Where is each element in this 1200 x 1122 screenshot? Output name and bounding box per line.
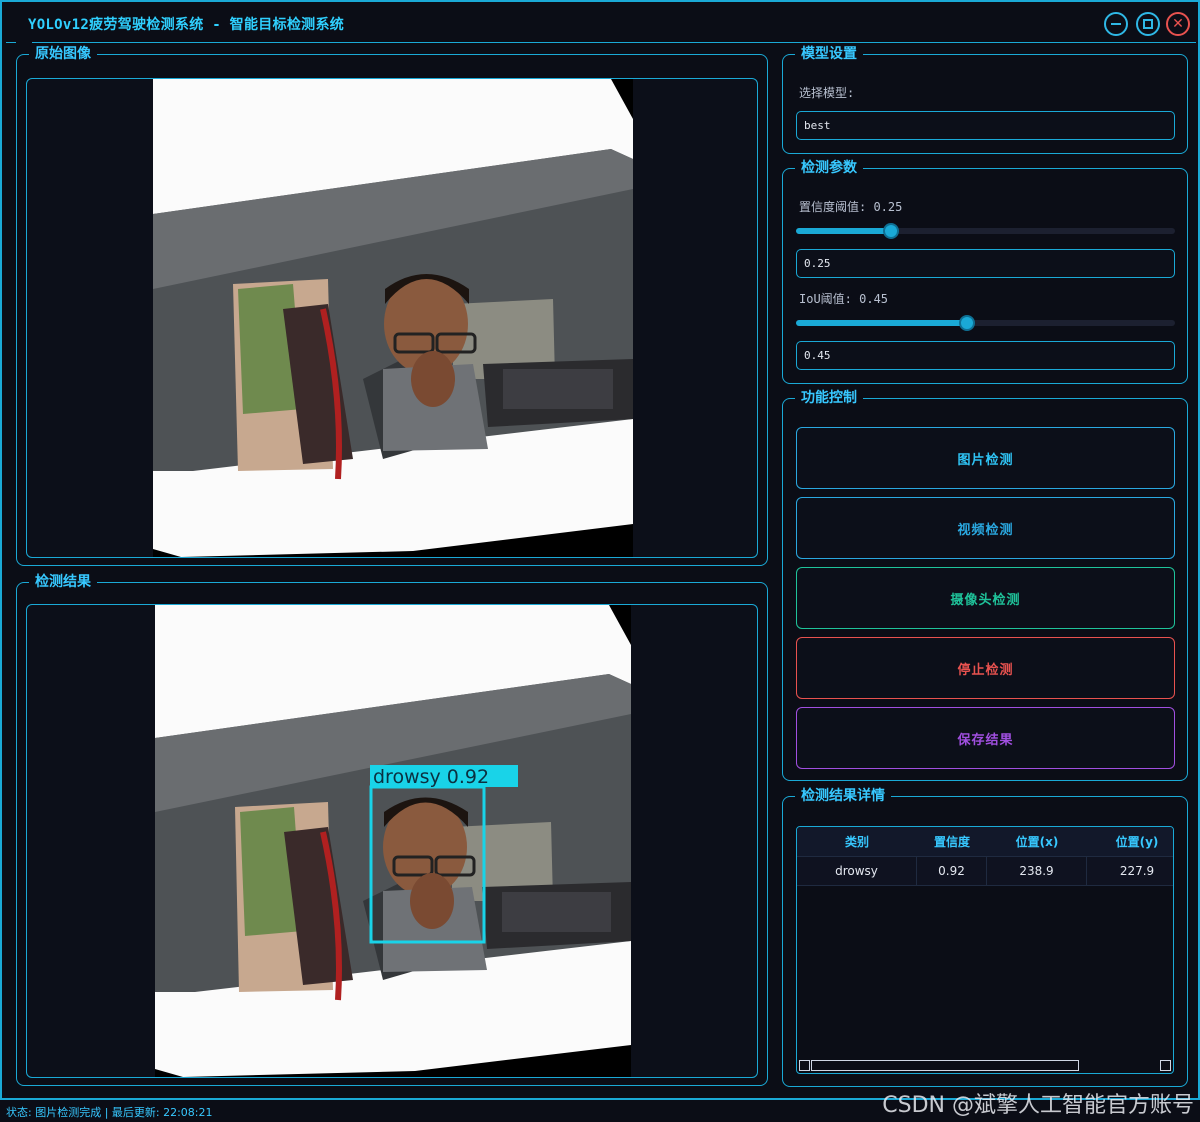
cell-confidence: 0.92 (917, 857, 987, 886)
cell-y: 227.9 (1119, 864, 1155, 878)
scroll-right-button[interactable] (1160, 1060, 1171, 1071)
result-details-title: 检测结果详情 (795, 787, 891, 805)
confidence-label: 置信度阈值: 0.25 (799, 200, 903, 214)
function-control-title: 功能控制 (795, 389, 863, 407)
save-result-button[interactable]: 保存结果 (796, 707, 1175, 769)
title-divider (6, 42, 1196, 43)
app-window: YOLOv12疲劳驾驶检测系统 - 智能目标检测系统 ✕ 原始图像 检测结果 d… (0, 0, 1200, 1100)
original-image-panel: 原始图像 (16, 45, 768, 566)
iou-slider-fill (796, 320, 967, 326)
detection-result-frame: drowsy 0.92 (26, 604, 758, 1078)
window-title: YOLOv12疲劳驾驶检测系统 - 智能目标检测系统 (28, 17, 345, 33)
model-select-label: 选择模型: (799, 86, 855, 100)
watermark: CSDN @斌擎人工智能官方账号 (882, 1093, 1194, 1118)
scroll-thumb[interactable] (811, 1060, 1079, 1071)
detection-label: drowsy 0.92 (373, 766, 489, 788)
close-button[interactable]: ✕ (1166, 12, 1190, 36)
iou-label: IoU阈值: 0.45 (799, 292, 889, 306)
close-icon: ✕ (1172, 16, 1184, 32)
column-header-confidence[interactable]: 置信度 (917, 827, 987, 857)
detection-result-title: 检测结果 (29, 573, 97, 591)
cell-class: drowsy (797, 857, 917, 886)
column-header-class[interactable]: 类别 (797, 827, 917, 857)
column-header-x[interactable]: 位置(x) (987, 827, 1087, 857)
confidence-slider-handle[interactable] (882, 223, 899, 239)
image-detect-button[interactable]: 图片检测 (796, 427, 1175, 489)
original-image-title: 原始图像 (29, 45, 97, 63)
minimize-button[interactable] (1104, 12, 1128, 36)
model-select[interactable]: best (796, 111, 1175, 140)
maximize-button[interactable] (1136, 12, 1160, 36)
detection-result-panel: 检测结果 drowsy 0.92 (16, 573, 768, 1086)
table-horizontal-scrollbar[interactable] (797, 1059, 1173, 1073)
stop-detect-button[interactable]: 停止检测 (796, 637, 1175, 699)
detection-result-image: drowsy 0.92 (155, 605, 631, 1077)
iou-slider[interactable] (796, 315, 1175, 331)
original-image (153, 79, 633, 557)
maximize-icon (1143, 19, 1153, 29)
column-header-y[interactable]: 位置(y) (1087, 827, 1173, 857)
status-text: 状态: 图片检测完成 | 最后更新: 22:08:21 (6, 1106, 213, 1119)
title-divider-notch (16, 41, 32, 44)
iou-slider-handle[interactable] (958, 315, 975, 331)
original-image-frame (26, 78, 758, 558)
model-settings-title: 模型设置 (795, 45, 863, 63)
video-detect-button[interactable]: 视频检测 (796, 497, 1175, 559)
iou-input[interactable]: 0.45 (796, 341, 1175, 370)
result-table[interactable]: 类别 置信度 位置(x) 位置(y) drowsy 0.92 238.9 227… (796, 826, 1174, 1074)
confidence-slider-fill (796, 228, 891, 234)
scroll-left-button[interactable] (799, 1060, 810, 1071)
confidence-input[interactable]: 0.25 (796, 249, 1175, 278)
cell-x: 238.9 (987, 857, 1087, 886)
title-bar[interactable]: YOLOv12疲劳驾驶检测系统 - 智能目标检测系统 ✕ (2, 2, 1198, 44)
confidence-slider[interactable] (796, 223, 1175, 239)
camera-detect-button[interactable]: 摄像头检测 (796, 567, 1175, 629)
table-header: 类别 置信度 位置(x) 位置(y) (797, 827, 1173, 857)
detection-params-title: 检测参数 (795, 159, 863, 177)
table-row[interactable]: drowsy 0.92 238.9 227.9 (797, 857, 1173, 886)
minimize-icon (1111, 23, 1121, 25)
